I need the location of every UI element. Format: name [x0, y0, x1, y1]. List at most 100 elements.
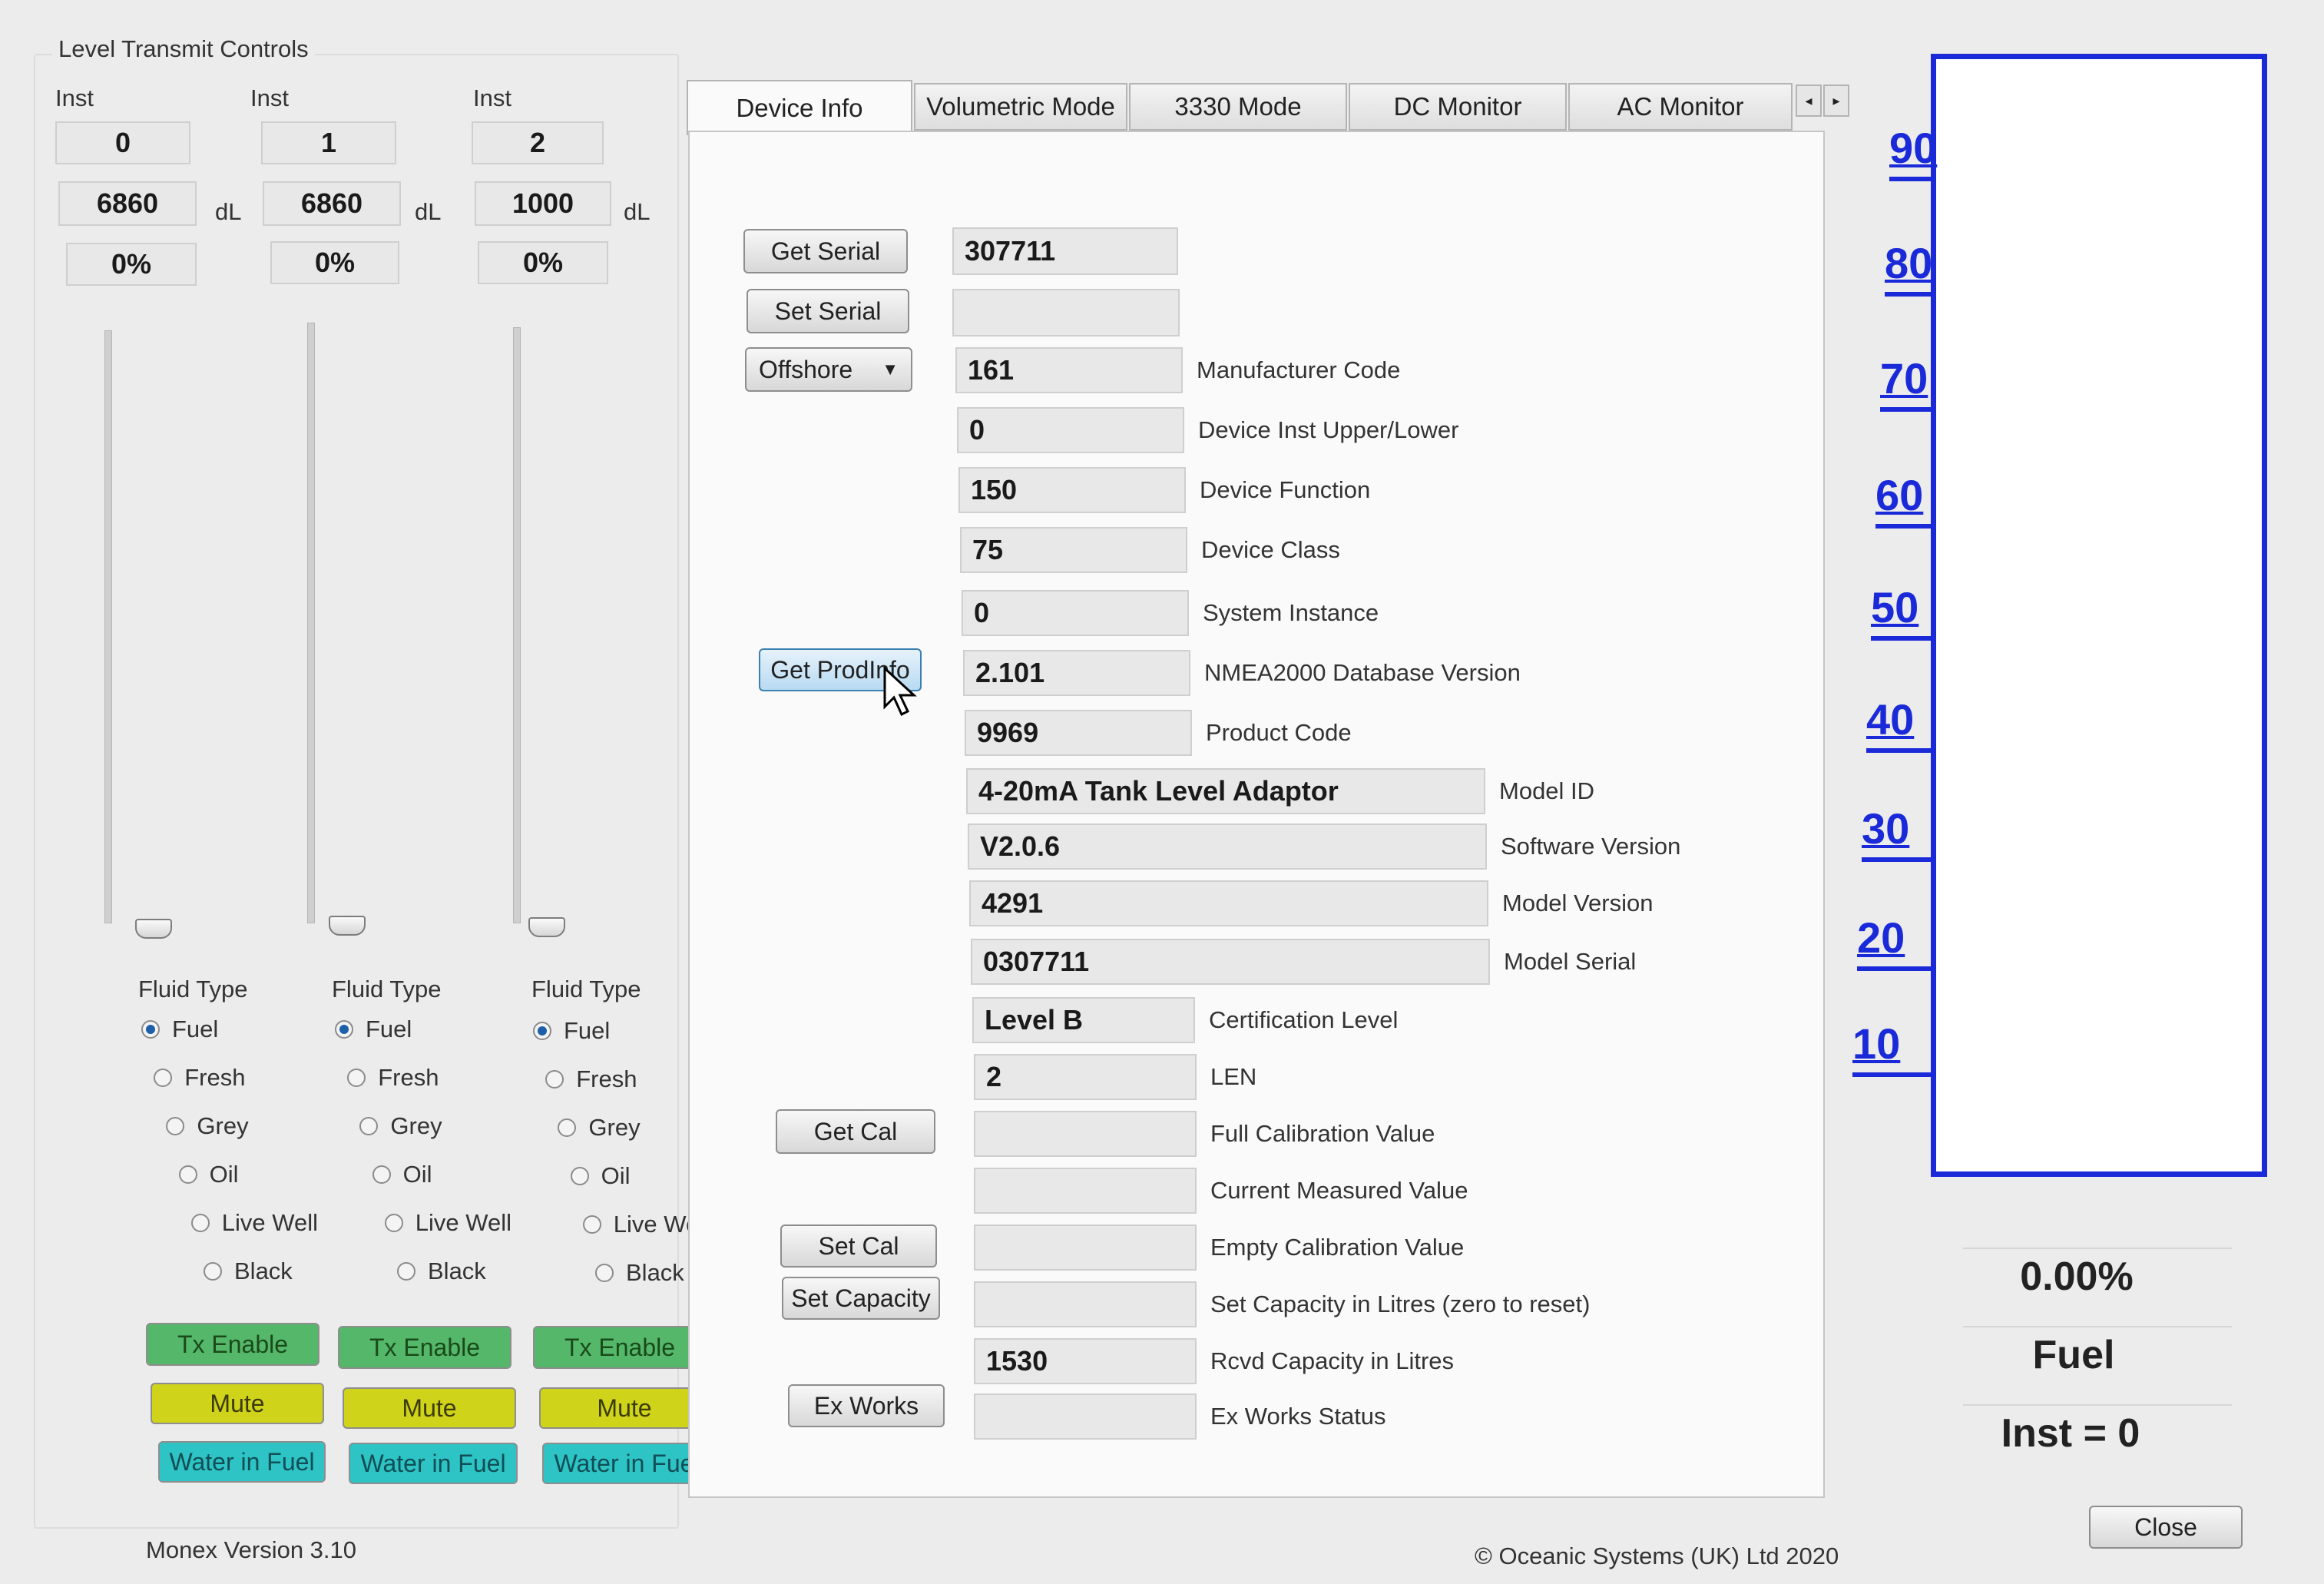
fluid-option-fuel[interactable]: Fuel [533, 1017, 610, 1045]
gauge-inst-text: Inst = 0 [2001, 1411, 2140, 1456]
set-capacity-button[interactable]: Set Capacity [782, 1277, 940, 1320]
device-info-value: Level B [972, 997, 1195, 1043]
close-button[interactable]: Close [2089, 1506, 2243, 1549]
device-info-label: Certification Level [1209, 1006, 1399, 1033]
set-serial-field[interactable] [952, 289, 1180, 336]
unit-label: dL [624, 198, 651, 225]
set-cal-button[interactable]: Set Cal [780, 1224, 937, 1268]
tab-ac-monitor[interactable]: AC Monitor [1568, 83, 1793, 131]
radio-button[interactable] [204, 1262, 222, 1281]
device-info-label: Ex Works Status [1210, 1403, 1386, 1430]
radio-button[interactable] [558, 1118, 577, 1137]
device-info-value[interactable] [974, 1224, 1197, 1271]
level-2-slider-thumb[interactable] [528, 917, 565, 937]
radio-button[interactable] [347, 1069, 366, 1087]
radio-button[interactable] [545, 1070, 564, 1089]
device-info-label: Current Measured Value [1210, 1177, 1468, 1204]
inst-label: Inst [473, 85, 511, 111]
scale-tick [1862, 857, 1934, 862]
summary-separator [1963, 1248, 2232, 1249]
percent-1-field: 0% [270, 241, 399, 284]
device-info-value[interactable] [974, 1168, 1197, 1214]
tx-enable-0-button[interactable]: Tx Enable [146, 1323, 319, 1366]
scale-tick [1857, 966, 1934, 971]
inst-1-field[interactable]: 1 [261, 121, 396, 164]
fluid-option-grey[interactable]: Grey [558, 1114, 641, 1142]
fluid-option-oil[interactable]: Oil [178, 1161, 238, 1188]
fluid-option-label: Fuel [172, 1016, 219, 1042]
tab-scroll-right-button[interactable]: ▸ [1823, 85, 1849, 117]
radio-button[interactable] [359, 1117, 379, 1135]
inst-0-field[interactable]: 0 [55, 121, 190, 164]
set-serial-button[interactable]: Set Serial [747, 289, 909, 333]
mode-dropdown[interactable]: Offshore ▼ [745, 347, 912, 392]
radio-button[interactable] [570, 1167, 589, 1185]
tx-enable-2-button[interactable]: Tx Enable [533, 1326, 707, 1369]
level-1-field[interactable]: 6860 [263, 181, 401, 226]
device-info-value: 2 [974, 1054, 1197, 1100]
summary-separator [1963, 1404, 2232, 1406]
mute-2-button[interactable]: Mute [539, 1387, 710, 1429]
inst-2-field[interactable]: 2 [472, 121, 604, 164]
device-info-value: 75 [960, 527, 1187, 573]
tab-dc-monitor[interactable]: DC Monitor [1349, 83, 1567, 131]
level-1-slider-thumb[interactable] [329, 916, 366, 936]
device-info-value[interactable] [974, 1111, 1197, 1157]
level-0-field[interactable]: 6860 [58, 181, 197, 226]
fluid-option-oil[interactable]: Oil [570, 1162, 630, 1190]
tx-enable-1-button[interactable]: Tx Enable [338, 1326, 511, 1369]
fluid-option-fresh[interactable]: Fresh [347, 1064, 439, 1092]
mute-0-button[interactable]: Mute [151, 1383, 324, 1424]
fluid-option-live-well[interactable]: Live Well [384, 1209, 511, 1237]
chevron-right-icon: ▸ [1832, 92, 1840, 108]
fluid-option-grey[interactable]: Grey [359, 1112, 442, 1140]
device-info-value[interactable] [974, 1281, 1197, 1327]
radio-button[interactable] [178, 1165, 197, 1184]
radio-button[interactable] [166, 1117, 185, 1135]
fluid-option-fresh[interactable]: Fresh [154, 1064, 245, 1092]
level-0-slider-track[interactable] [104, 330, 112, 923]
tab-scroll-left-button[interactable]: ◂ [1796, 85, 1822, 117]
level-2-field[interactable]: 1000 [475, 181, 611, 226]
level-0-slider-thumb[interactable] [135, 919, 172, 939]
fluid-option-grey[interactable]: Grey [166, 1112, 249, 1140]
level-2-slider-track[interactable] [513, 327, 521, 923]
radio-button[interactable] [397, 1262, 415, 1281]
fluid-option-label: Fuel [564, 1017, 611, 1044]
device-info-label: Software Version [1501, 833, 1681, 860]
tab-device-info[interactable]: Device Info [687, 80, 912, 135]
fluid-option-fresh[interactable]: Fresh [545, 1065, 637, 1093]
water-in-fuel-2-button[interactable]: Water in Fuel [542, 1443, 711, 1484]
radio-button[interactable] [335, 1020, 353, 1039]
mode-dropdown-value: Offshore [759, 355, 853, 383]
mute-1-button[interactable]: Mute [343, 1387, 516, 1429]
get-serial-button[interactable]: Get Serial [743, 229, 908, 273]
fluid-option-live-well[interactable]: Live Well [190, 1209, 318, 1237]
get-cal-button[interactable]: Get Cal [776, 1109, 935, 1154]
ex-works-button[interactable]: Ex Works [788, 1384, 945, 1427]
device-info-label: NMEA2000 Database Version [1204, 659, 1521, 686]
scale-label: 20 [1857, 913, 1905, 962]
radio-button[interactable] [154, 1069, 173, 1087]
water-in-fuel-1-button[interactable]: Water in Fuel [349, 1443, 518, 1484]
fluid-option-fuel[interactable]: Fuel [141, 1016, 218, 1043]
radio-button[interactable] [595, 1264, 614, 1282]
fluid-option-black[interactable]: Black [595, 1259, 684, 1287]
tab-3330-mode[interactable]: 3330 Mode [1129, 83, 1347, 131]
water-in-fuel-0-button[interactable]: Water in Fuel [158, 1441, 326, 1483]
fluid-option-label: Black [626, 1259, 684, 1286]
fluid-option-fuel[interactable]: Fuel [335, 1016, 412, 1043]
radio-button[interactable] [582, 1215, 601, 1234]
radio-button[interactable] [141, 1020, 160, 1039]
radio-button[interactable] [190, 1214, 210, 1232]
fluid-option-black[interactable]: Black [397, 1258, 486, 1285]
radio-button[interactable] [384, 1214, 403, 1232]
fluid-option-black[interactable]: Black [204, 1258, 293, 1285]
radio-button[interactable] [372, 1165, 391, 1184]
radio-button[interactable] [533, 1022, 551, 1040]
gauge-percent-text: 0.00% [2020, 1254, 2134, 1299]
serial-field[interactable]: 307711 [952, 227, 1178, 275]
level-1-slider-track[interactable] [307, 323, 315, 923]
tab-volumetric-mode[interactable]: Volumetric Mode [914, 83, 1127, 131]
fluid-option-oil[interactable]: Oil [372, 1161, 432, 1188]
